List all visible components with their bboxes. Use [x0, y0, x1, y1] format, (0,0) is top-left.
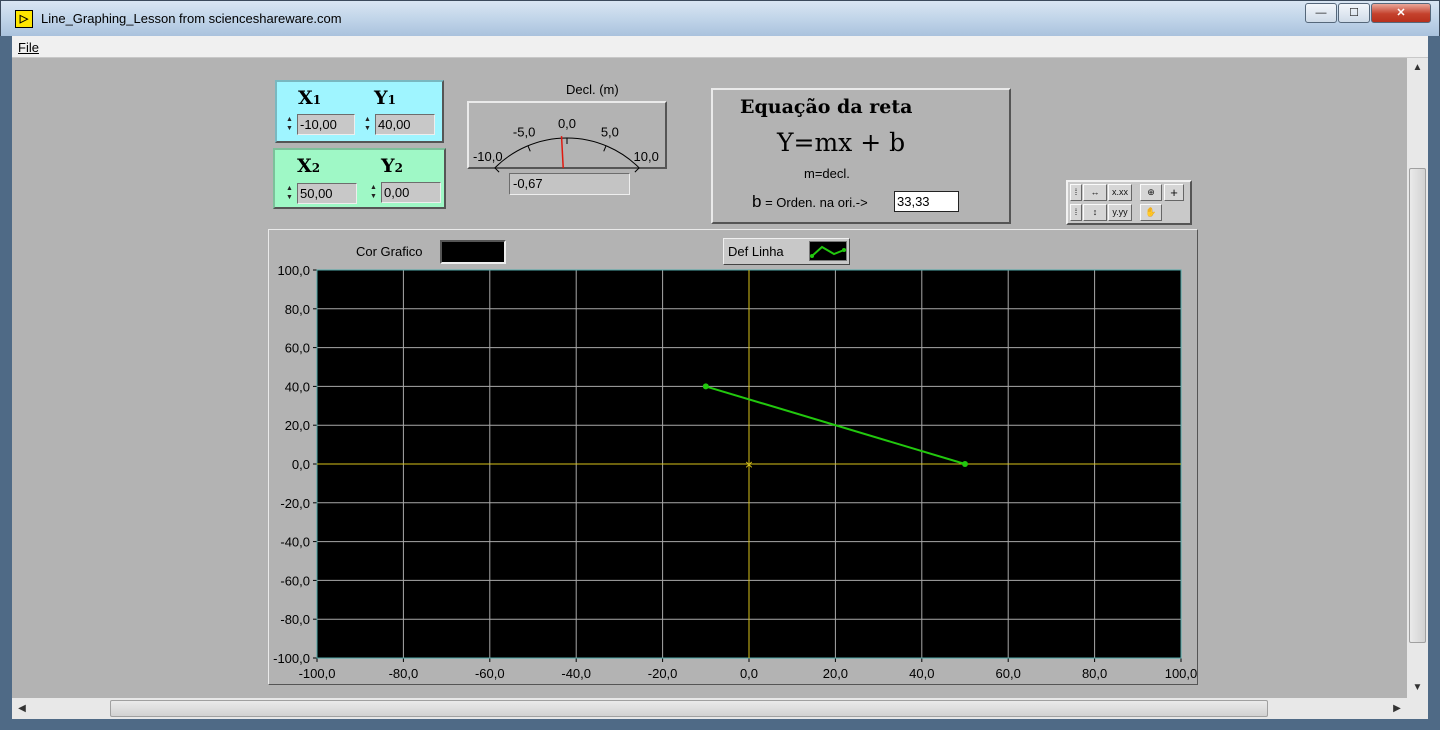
- x-tick-label: 60,0: [996, 666, 1021, 681]
- y-tick-label: 100,0: [277, 263, 310, 278]
- y-tick-label: 0,0: [292, 457, 310, 472]
- gauge-needle: [560, 136, 564, 169]
- x-tick-label: 80,0: [1082, 666, 1107, 681]
- y-tick-label: -80,0: [280, 612, 310, 627]
- x-tick-label: -80,0: [389, 666, 419, 681]
- horizontal-scrollbar[interactable]: ◀ ▶: [12, 698, 1407, 719]
- y-tick-label: -40,0: [280, 535, 310, 550]
- gauge-tick-label: 5,0: [601, 125, 619, 140]
- data-point: [962, 461, 968, 467]
- gauge-tick-label: 10,0: [634, 149, 659, 164]
- gauge-tick-label: -10,0: [473, 149, 503, 164]
- scroll-down-icon[interactable]: ▼: [1407, 678, 1428, 698]
- x-tick-label: -40,0: [561, 666, 591, 681]
- resize-grip-icon[interactable]: [1407, 698, 1428, 719]
- x-tick-label: 20,0: [823, 666, 848, 681]
- origin-marker: ×: [744, 458, 753, 471]
- window-bottom-frame: [0, 719, 1440, 730]
- x-tick-label: -20,0: [648, 666, 678, 681]
- gauge-tick-label: 0,0: [558, 116, 576, 131]
- scroll-left-icon[interactable]: ◀: [12, 698, 32, 719]
- y-tick-label: -20,0: [280, 496, 310, 511]
- data-point: [702, 383, 709, 390]
- gauge-tick: [603, 145, 607, 152]
- x-tick-label: -100,0: [299, 666, 336, 681]
- vertical-scrollbar[interactable]: ▲ ▼: [1407, 58, 1428, 698]
- x-tick-label: -60,0: [475, 666, 505, 681]
- vertical-scroll-thumb[interactable]: [1409, 168, 1426, 643]
- gauge-tick: [634, 167, 640, 173]
- scroll-up-icon[interactable]: ▲: [1407, 58, 1428, 78]
- y-tick-label: 60,0: [285, 341, 310, 356]
- y-tick-label: -100,0: [273, 651, 310, 666]
- y-tick-label: 80,0: [285, 302, 310, 317]
- y-tick-label: -60,0: [280, 573, 310, 588]
- y-tick-label: 40,0: [285, 379, 310, 394]
- gauge-tick: [494, 167, 500, 173]
- scroll-right-icon[interactable]: ▶: [1387, 698, 1407, 719]
- y-tick-label: 20,0: [285, 418, 310, 433]
- gauge-tick: [527, 145, 531, 152]
- x-tick-label: 0,0: [740, 666, 758, 681]
- horizontal-scroll-thumb[interactable]: [110, 700, 1268, 717]
- gauge-tick-label: -5,0: [513, 125, 535, 140]
- x-tick-label: 40,0: [909, 666, 934, 681]
- x-tick-label: 100,0: [1165, 666, 1198, 681]
- plot-svg: -10,0 -5,0 0,0 5,0 10,0 -100,0 -80,0 -60,0 -40,0…: [273, 116, 1198, 681]
